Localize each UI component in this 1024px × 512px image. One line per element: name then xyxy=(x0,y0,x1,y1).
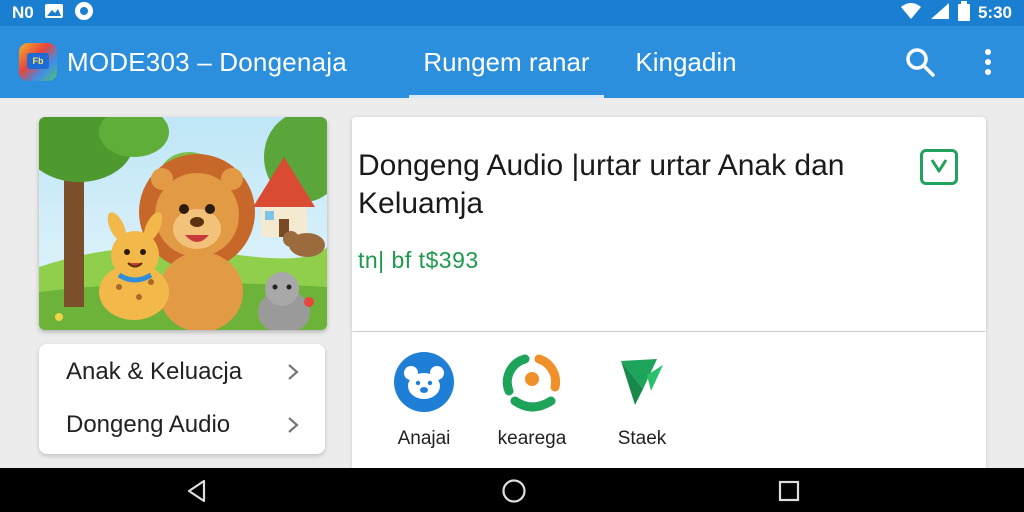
notification-circle-icon xyxy=(74,1,94,26)
detail-title: Dongeng Audio |urtar urtar Anak dan Kelu… xyxy=(358,149,845,220)
action-staek[interactable]: Staek xyxy=(592,350,692,450)
search-button[interactable] xyxy=(900,42,940,82)
battery-icon xyxy=(957,0,970,26)
image-notification-icon xyxy=(44,3,64,24)
status-bar: N0 5:30 xyxy=(0,0,1024,26)
sidebar-item-label: Anak & Keluacja xyxy=(66,358,243,385)
status-left-text: N0 xyxy=(12,3,34,22)
back-icon[interactable] xyxy=(184,478,210,504)
more-vert-icon xyxy=(985,49,991,75)
system-nav-bar xyxy=(0,468,1024,512)
tab-kingadin[interactable]: Kingadin xyxy=(616,26,756,98)
sidebar-item-anak-keluarga[interactable]: Anak & Keluacja xyxy=(39,346,325,398)
sidebar-menu: Anak & Keluacja Dongeng Audio xyxy=(39,344,325,454)
action-anajai[interactable]: Anajai xyxy=(374,350,474,450)
action-label: Staek xyxy=(617,428,667,449)
sidebar-item-label: Dongeng Audio xyxy=(66,411,231,438)
app-logo-icon: Fb xyxy=(19,43,57,81)
more-options-button[interactable] xyxy=(968,42,1008,82)
app-bar: Fb MODE303 – Dongenaja Rungem ranar King… xyxy=(0,26,1024,98)
bear-icon xyxy=(392,350,456,414)
app-logo-text: Fb xyxy=(27,53,49,69)
story-illustration[interactable] xyxy=(39,117,327,330)
action-label: Anajai xyxy=(397,428,451,449)
chevron-right-icon xyxy=(288,417,299,433)
search-icon xyxy=(906,48,935,77)
download-badge-button[interactable] xyxy=(920,149,958,185)
detail-meta: tn| bf t$393 xyxy=(358,247,479,273)
actions-card: Anajai kearega Staek xyxy=(352,332,986,468)
family-icon xyxy=(500,350,564,414)
home-icon[interactable] xyxy=(501,478,527,504)
signal-icon xyxy=(930,2,950,25)
chevron-right-icon xyxy=(288,364,299,380)
status-time: 5:30 xyxy=(977,3,1012,22)
action-label: kearega xyxy=(497,428,567,449)
tab-rungem-ranar[interactable]: Rungem ranar xyxy=(409,26,604,98)
lion-forest-illustration xyxy=(39,117,327,330)
app-title: MODE303 – Dongenaja xyxy=(67,46,347,77)
recent-apps-icon[interactable] xyxy=(776,478,802,504)
sidebar-item-dongeng-audio[interactable]: Dongeng Audio xyxy=(39,399,325,451)
download-check-icon xyxy=(930,159,948,173)
share-icon xyxy=(610,350,674,414)
wifi-icon xyxy=(900,2,922,25)
action-kearega[interactable]: kearega xyxy=(482,350,582,450)
detail-card: Dongeng Audio |urtar urtar Anak dan Kelu… xyxy=(352,117,986,331)
